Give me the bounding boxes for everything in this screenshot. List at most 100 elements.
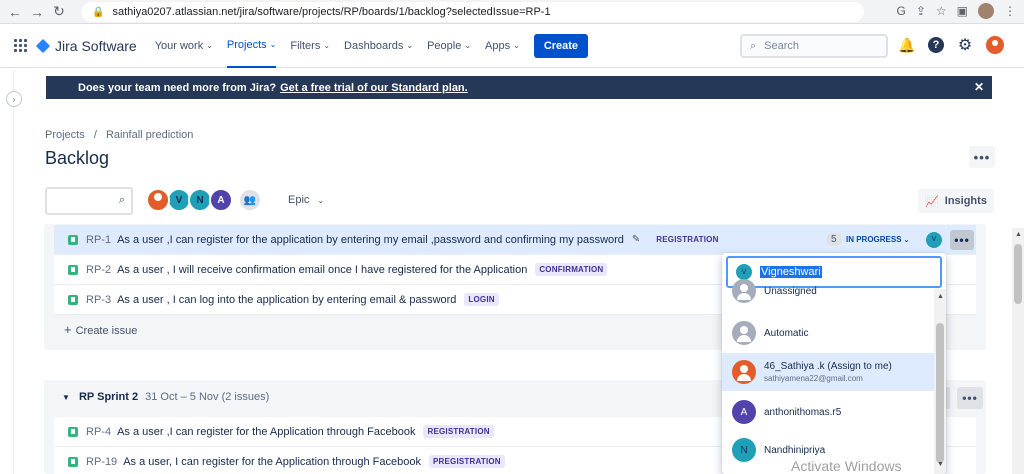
close-icon[interactable]: ✕ xyxy=(974,80,984,94)
assignee-filter-avatars: V N A 👥 xyxy=(146,188,262,212)
google-icon[interactable]: G xyxy=(896,4,905,18)
epic-lozenge: PREGISTRATION xyxy=(428,455,505,468)
sprint-header[interactable]: ▼ RP Sprint 2 31 Oct – 5 Nov (2 issues) xyxy=(62,391,269,403)
issue-summary: As a user , I can log into the applicati… xyxy=(117,293,457,306)
avatar: A xyxy=(732,400,756,424)
share-icon[interactable]: ⇪ xyxy=(916,4,926,18)
address-bar[interactable]: 🔒 sathiya0207.atlassian.net/jira/softwar… xyxy=(82,2,864,22)
chevron-down-icon[interactable]: ▼ xyxy=(62,393,70,402)
sprint-more-button[interactable]: ••• xyxy=(957,387,983,409)
epic-filter-dropdown[interactable]: Epic ⌄ xyxy=(288,194,324,206)
issue-summary: As a user ,I can register for the Applic… xyxy=(117,425,416,438)
assignee-options-list: Unassigned Automatic 46_Sathiya .k (Assi… xyxy=(722,279,934,474)
page-scrollbar[interactable]: ▲ xyxy=(1012,228,1024,474)
backlog-search-input[interactable]: ⌕ xyxy=(45,187,133,215)
avatar-filter-user[interactable] xyxy=(146,188,170,212)
chevron-down-icon: ⌄ xyxy=(206,41,213,50)
banner-text: Does your team need more from Jira? xyxy=(78,81,277,94)
nav-filters[interactable]: Filters ⌄ xyxy=(290,24,330,68)
story-icon xyxy=(68,426,78,437)
reload-icon[interactable]: ↻ xyxy=(48,1,70,23)
browser-actions: G ⇪ ☆ ▣ ⋮ xyxy=(896,3,1016,19)
issue-row-rp-1[interactable]: RP-1 As a user ,I can register for the a… xyxy=(54,225,976,255)
scrollbar-thumb[interactable] xyxy=(936,323,944,463)
issue-key[interactable]: RP-2 xyxy=(86,264,111,276)
chevron-down-icon: ⌄ xyxy=(269,40,277,49)
search-input[interactable]: ⌕ Search xyxy=(740,34,888,58)
app-switcher-icon[interactable] xyxy=(14,38,28,53)
nav-people[interactable]: People ⌄ xyxy=(427,24,471,68)
default-user-icon xyxy=(732,279,756,303)
scroll-down-icon[interactable]: ▼ xyxy=(937,461,944,468)
story-icon xyxy=(68,264,78,275)
sidebar-expand-icon[interactable]: › xyxy=(6,91,22,107)
breadcrumb-project[interactable]: Rainfall prediction xyxy=(106,129,193,141)
jira-diamond-icon xyxy=(35,38,51,53)
issue-more-button[interactable]: ••• xyxy=(950,229,974,250)
issue-key[interactable]: RP-1 xyxy=(86,234,111,246)
story-icon xyxy=(68,234,78,245)
epic-lozenge: REGISTRATION xyxy=(423,425,494,438)
forward-icon[interactable]: → xyxy=(26,1,48,23)
option-assign-to-me[interactable]: 46_Sathiya .k (Assign to me) sathiyamena… xyxy=(722,353,934,391)
issue-summary: As a user , I will receive confirmation … xyxy=(117,263,528,276)
search-icon: ⌕ xyxy=(118,194,125,206)
sprint-dates: 31 Oct – 5 Nov xyxy=(145,391,219,403)
banner-trial-link[interactable]: Get a free trial of our Standard plan. xyxy=(280,82,468,94)
nav-projects[interactable]: Projects ⌄ xyxy=(226,24,277,68)
lock-icon: 🔒 xyxy=(92,6,105,18)
top-navigation: Jira Software Your work ⌄ Projects ⌄ Filte… xyxy=(0,24,1024,68)
add-people-icon[interactable]: 👥 xyxy=(238,188,262,212)
search-icon: ⌕ xyxy=(750,39,757,52)
nav-your-work[interactable]: Your work ⌄ xyxy=(155,24,213,68)
issue-key[interactable]: RP-19 xyxy=(86,456,117,468)
avatar-filter-a[interactable]: A xyxy=(209,188,233,212)
windows-activation-watermark: Activate Windows xyxy=(791,458,902,474)
issue-summary: As a user, I can register for the Applic… xyxy=(123,455,421,468)
epic-lozenge: REGISTRATION xyxy=(656,235,719,244)
chevron-down-icon: ⌄ xyxy=(406,41,414,50)
menu-icon[interactable]: ⋮ xyxy=(1004,4,1016,18)
sidebar-border xyxy=(13,70,14,474)
story-icon xyxy=(68,456,78,467)
dropdown-scrollbar[interactable]: ▲ ▼ xyxy=(934,289,946,474)
chevron-down-icon: ⌄ xyxy=(317,196,325,205)
issue-key[interactable]: RP-4 xyxy=(86,426,111,438)
help-icon[interactable]: ? xyxy=(928,37,944,53)
profile-avatar[interactable] xyxy=(978,3,994,19)
default-user-icon xyxy=(732,321,756,345)
sprint-name: RP Sprint 2 xyxy=(78,391,139,403)
edit-pencil-icon[interactable]: ✎ xyxy=(632,234,640,245)
page-more-button[interactable]: ••• xyxy=(969,146,995,168)
breadcrumb-projects[interactable]: Projects xyxy=(45,129,85,141)
jira-logo[interactable]: Jira Software xyxy=(35,38,137,54)
option-unassigned[interactable]: Unassigned xyxy=(722,277,934,305)
create-button[interactable]: Create xyxy=(533,33,589,58)
issue-key[interactable]: RP-3 xyxy=(86,294,111,306)
user-avatar[interactable] xyxy=(986,36,1004,54)
avatar: N xyxy=(732,438,756,462)
scroll-up-icon[interactable]: ▲ xyxy=(1015,231,1022,238)
nav-dashboards[interactable]: Dashboards ⌄ xyxy=(344,24,413,68)
story-points-badge: 5 xyxy=(826,233,842,246)
sprint-issue-count: (2 issues) xyxy=(221,391,270,403)
upgrade-banner: Does your team need more from Jira? Get … xyxy=(46,76,992,99)
assignee-dropdown: V Vigneshwari Unassigned Automatic 46_Sa… xyxy=(722,253,946,474)
insights-button[interactable]: 📈 Insights xyxy=(918,189,994,213)
top-icon-group: 🔔 ? ⚙ xyxy=(898,36,1004,54)
back-icon[interactable]: ← xyxy=(4,1,26,23)
create-issue-button[interactable]: + Create issue xyxy=(64,322,137,337)
option-automatic[interactable]: Automatic xyxy=(722,315,934,351)
scrollbar-thumb[interactable] xyxy=(1014,244,1022,304)
status-dropdown[interactable]: IN PROGRESS ⌄ xyxy=(846,235,909,244)
notifications-icon[interactable]: 🔔 xyxy=(898,36,916,54)
nav-apps[interactable]: Apps ⌄ xyxy=(485,24,520,68)
option-anthonithomas[interactable]: A anthonithomas.r5 xyxy=(722,393,934,431)
scroll-up-icon[interactable]: ▲ xyxy=(937,293,944,300)
browser-toolbar: ← → ↻ 🔒 sathiya0207.atlassian.net/jira/s… xyxy=(0,0,1024,24)
assignee-avatar[interactable]: V xyxy=(926,231,942,248)
url-text: sathiya0207.atlassian.net/jira/software/… xyxy=(112,6,551,18)
sidepanel-icon[interactable]: ▣ xyxy=(957,4,968,18)
star-icon[interactable]: ☆ xyxy=(936,4,947,18)
settings-gear-icon[interactable]: ⚙ xyxy=(956,36,974,54)
